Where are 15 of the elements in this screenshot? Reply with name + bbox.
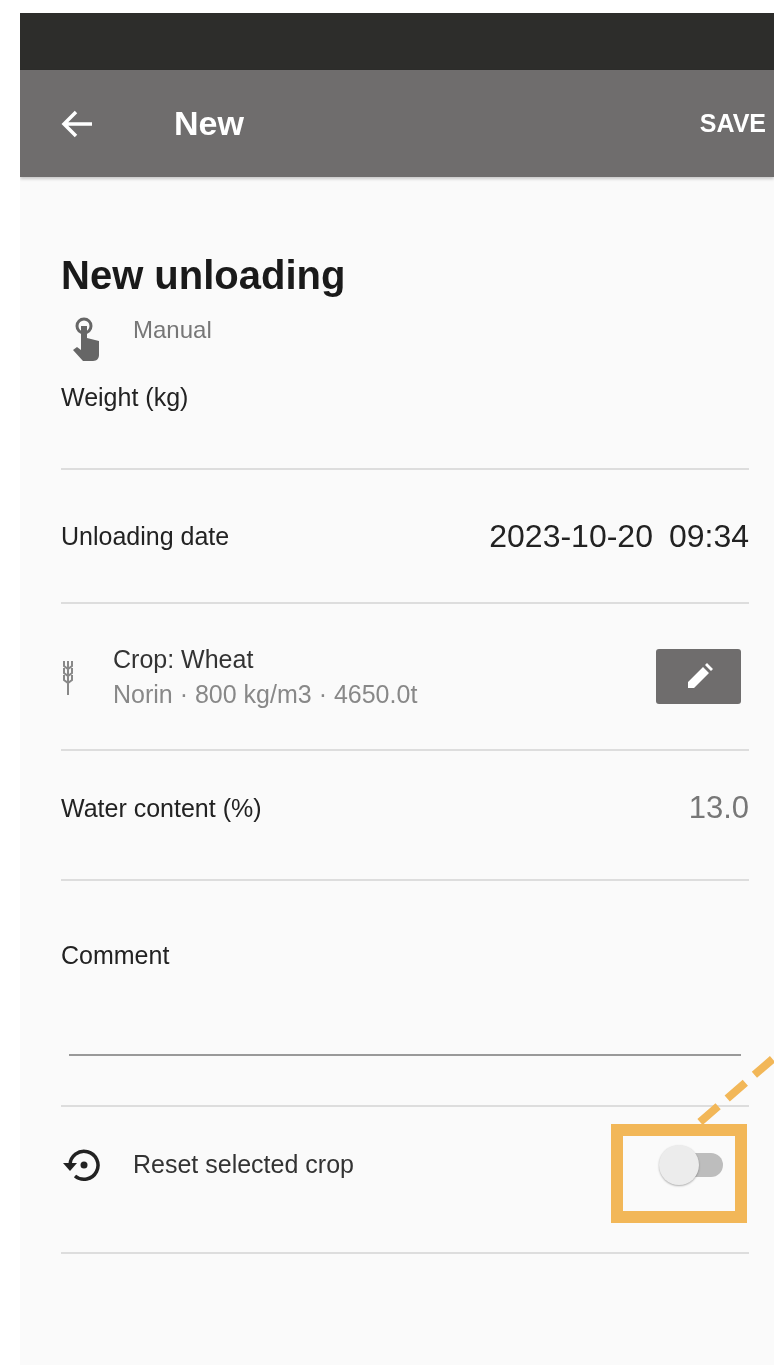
field-label: Weight (kg) <box>61 383 190 412</box>
time-value[interactable]: 09:34 <box>668 517 749 555</box>
save-button[interactable]: SAVE <box>699 109 766 138</box>
mode-label: Manual <box>133 316 212 344</box>
edit-button[interactable] <box>656 649 741 704</box>
form-heading: New unloading <box>61 252 347 299</box>
crop-name: Crop: Wheat <box>113 644 255 674</box>
toggle-label: Reset selected crop <box>133 1150 354 1179</box>
field-label: Water content (%) <box>61 793 262 823</box>
crop-details: Norin · 800 kg/m3 · 4650.0t <box>113 679 418 709</box>
field-label: Unloading date <box>61 521 230 551</box>
date-value[interactable]: 2023-10-20 <box>489 517 653 555</box>
water-value[interactable]: 13.0 <box>688 790 749 826</box>
screen-title: New <box>174 104 244 143</box>
field-label: Comment <box>61 941 171 970</box>
